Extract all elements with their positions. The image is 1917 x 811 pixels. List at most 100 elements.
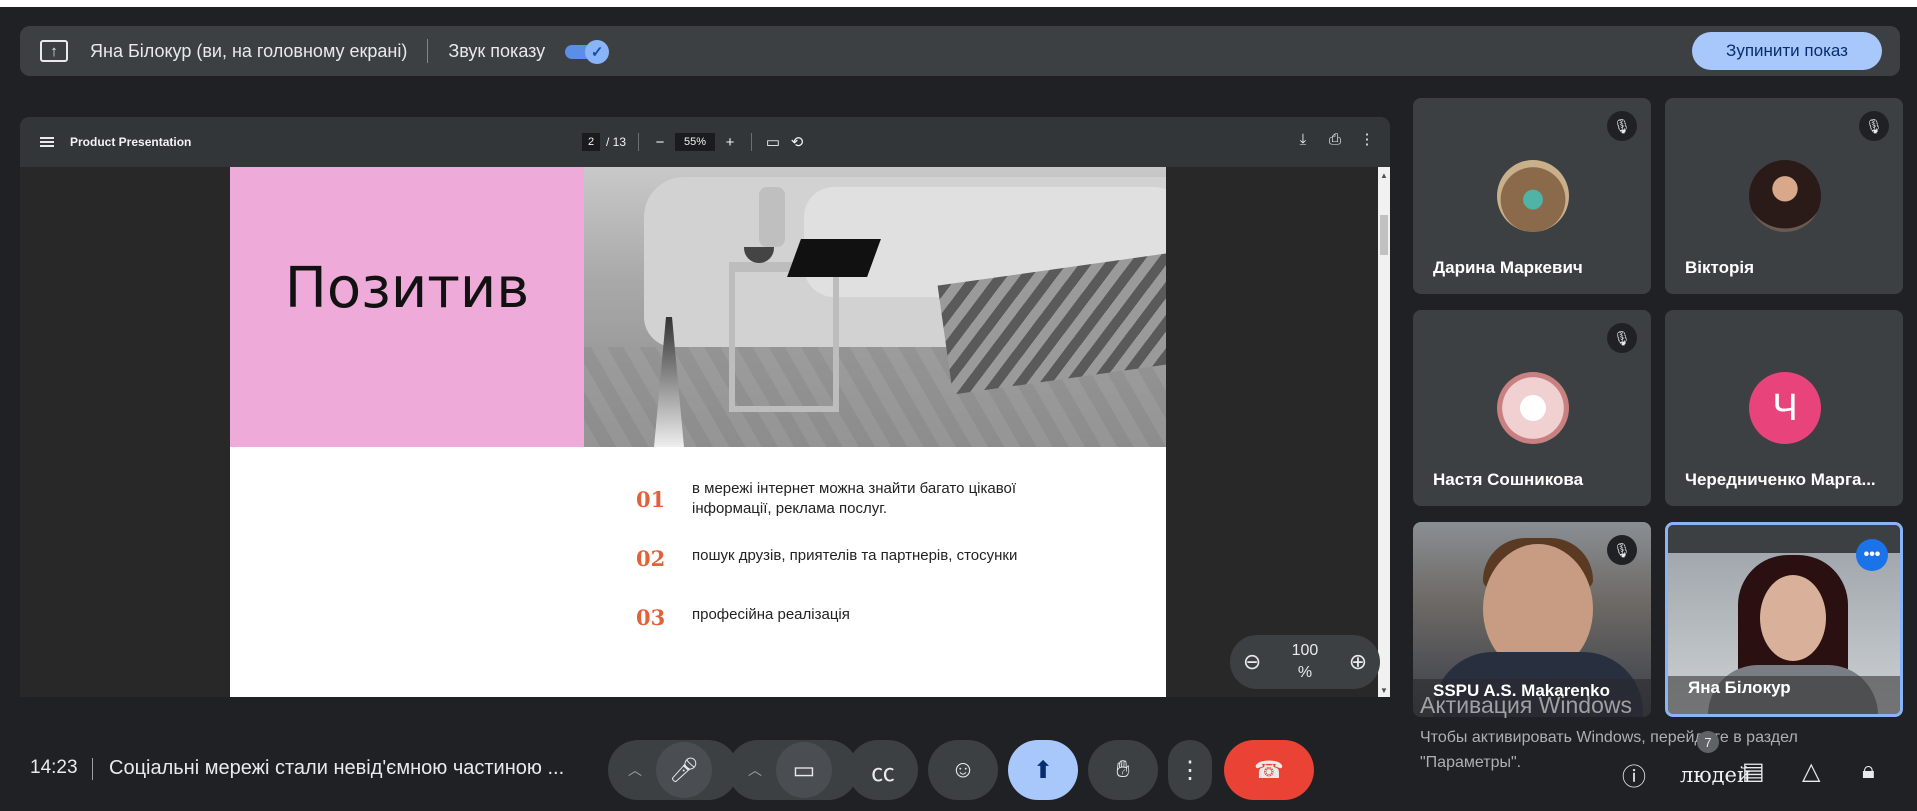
participant-name: Чередниченко Марга...: [1685, 470, 1876, 489]
side-table: [729, 262, 839, 412]
download-icon[interactable]: ⤓: [1294, 131, 1312, 148]
participant-name: Яна Білокур: [1688, 678, 1791, 697]
share-bar: ↑ Яна Білокур (ви, на головному екрані) …: [20, 26, 1900, 76]
people-count-badge: 7: [1697, 731, 1719, 753]
top-strip: [0, 0, 1917, 7]
zoom-out-icon[interactable]: −: [651, 134, 669, 151]
sound-toggle[interactable]: ✓: [565, 40, 611, 64]
avatar: [1497, 160, 1569, 232]
stop-sharing-button[interactable]: Зупинити показ: [1692, 32, 1882, 70]
pdf-scrollbar[interactable]: ▲ ▼: [1378, 167, 1390, 697]
scroll-thumb[interactable]: [1380, 215, 1388, 255]
menu-icon[interactable]: [40, 137, 54, 147]
avatar: [1497, 372, 1569, 444]
mic-off-icon: 🎙︎: [1607, 535, 1637, 565]
zoom-in-icon[interactable]: +: [721, 134, 739, 151]
page-total: / 13: [606, 135, 627, 149]
chevron-up-icon[interactable]: ︿: [740, 760, 770, 780]
item-text: в мережі інтернет можна знайти багато ці…: [692, 480, 1017, 517]
screen-share-icon: ↑: [40, 40, 68, 62]
phone-hangup-icon: ☎: [1254, 756, 1284, 784]
participant-name: Настя Сошникова: [1433, 470, 1584, 489]
divider: [427, 39, 429, 63]
microphone-button[interactable]: 🎤︎: [656, 742, 712, 798]
present-icon: ⬆: [1032, 756, 1054, 784]
pdf-viewer: Product Presentation 2 / 13 − 55% + ▭ ⟲ …: [20, 117, 1390, 697]
scroll-down-icon[interactable]: ▼: [1380, 686, 1388, 695]
mic-off-icon: 🎙︎: [1859, 111, 1889, 141]
participant-tile[interactable]: 🎙︎ Настя Сошникова: [1413, 310, 1651, 506]
interior-photo: [584, 167, 1166, 447]
zoom-out-icon[interactable]: ⊖: [1243, 649, 1261, 675]
people-label[interactable]: людей: [1680, 763, 1751, 787]
more-options-button[interactable]: •••: [1856, 539, 1888, 571]
clock: 14:23: [30, 757, 78, 778]
zoom-overlay: ⊖ 100 % ⊕: [1230, 635, 1380, 689]
slide-item: 02 пошук друзів, приятелів та партнерів,…: [636, 538, 1092, 571]
zoom-input[interactable]: 55%: [675, 133, 716, 151]
chevron-up-icon[interactable]: ︿: [620, 760, 650, 780]
host-controls-icon[interactable]: 🔒︎: [1862, 757, 1875, 785]
slide-page: Позитив 01 в мережі інтернет можна знайт…: [230, 167, 1166, 697]
item-text: пошук друзів, приятелів та партнерів, ст…: [692, 547, 1018, 564]
video-face: [1760, 575, 1826, 661]
page-number-input[interactable]: 2: [582, 133, 600, 151]
activation-watermark-title: Активация Windows: [1420, 692, 1632, 718]
more-vert-icon: ⋮: [1178, 756, 1202, 784]
mic-off-icon: 🎙︎: [1607, 323, 1637, 353]
slide-title-block: Позитив: [230, 167, 584, 447]
leave-call-button[interactable]: ☎: [1224, 740, 1314, 800]
participant-tile[interactable]: 🎙︎ Вікторія: [1665, 98, 1903, 294]
pdf-toolbar: Product Presentation 2 / 13 − 55% + ▭ ⟲ …: [20, 117, 1390, 167]
captions-button[interactable]: ㏄: [848, 740, 918, 800]
presenter-text: Яна Білокур (ви, на головному екрані): [90, 40, 408, 61]
avatar: [1749, 160, 1821, 232]
more-options-button[interactable]: ⋮: [1168, 740, 1212, 800]
participant-name: Вікторія: [1685, 258, 1755, 277]
document-title: Product Presentation: [70, 135, 192, 149]
emoji-icon: ☺: [950, 756, 976, 783]
sound-label: Звук показу: [448, 40, 546, 61]
item-number: 02: [636, 546, 666, 571]
participant-tile[interactable]: Ч Чередниченко Марга...: [1665, 310, 1903, 506]
item-number: 01: [636, 487, 666, 512]
pdf-controls: 2 / 13 − 55% + ▭ ⟲: [582, 130, 806, 154]
zoom-value: 100: [1291, 642, 1319, 659]
zoom-unit: %: [1297, 664, 1313, 681]
participant-tile-self[interactable]: ••• Яна Білокур: [1665, 522, 1903, 717]
divider: [638, 133, 640, 151]
participant-tile[interactable]: 🎙︎ Дарина Маркевич: [1413, 98, 1651, 294]
activities-icon[interactable]: △: [1802, 757, 1820, 786]
mic-off-icon: 🎙︎: [1607, 111, 1637, 141]
vase: [759, 187, 785, 247]
scroll-up-icon[interactable]: ▲: [1380, 171, 1388, 180]
participant-tile[interactable]: 🎙︎ SSPU A.S. Makarenko: [1413, 522, 1651, 717]
raise-hand-button[interactable]: ✋︎: [1088, 740, 1158, 800]
pdf-toolbar-right: ⤓ ⎙ ⋮: [1294, 130, 1376, 149]
participant-name: Дарина Маркевич: [1433, 258, 1583, 277]
divider: [92, 758, 93, 780]
slide-item: 01 в мережі інтернет можна знайти багато…: [636, 479, 1092, 519]
camera-button[interactable]: ▭: [776, 742, 832, 798]
more-options-icon[interactable]: ⋮: [1358, 130, 1376, 148]
slide-item: 03 професійна реалізація: [636, 597, 1092, 630]
check-icon: ✓: [585, 40, 610, 64]
item-text: професійна реалізація: [692, 606, 850, 623]
reactions-button[interactable]: ☺: [928, 740, 998, 800]
info-icon[interactable]: ⓘ: [1622, 757, 1646, 792]
print-icon[interactable]: ⎙: [1326, 131, 1344, 148]
chat-icon[interactable]: ▤: [1742, 757, 1765, 786]
meeting-title: Соціальні мережі стали невід'ємною части…: [109, 757, 565, 779]
fit-page-icon[interactable]: ▭: [764, 133, 782, 151]
zoom-in-icon[interactable]: ⊕: [1349, 649, 1367, 675]
slide-heading: Позитив: [284, 255, 530, 321]
captions-icon: ㏄: [871, 759, 895, 787]
camera-control-group: ︿ ▭: [728, 740, 858, 800]
meet-window: ↑ Яна Білокур (ви, на головному екрані) …: [0, 0, 1917, 811]
present-screen-button[interactable]: ⬆: [1008, 740, 1078, 800]
divider: [751, 133, 753, 151]
avatar-letter: Ч: [1749, 372, 1821, 444]
tablet: [787, 239, 881, 277]
zoom-overlay-value: 100 %: [1287, 640, 1323, 684]
rotate-icon[interactable]: ⟲: [788, 133, 806, 151]
